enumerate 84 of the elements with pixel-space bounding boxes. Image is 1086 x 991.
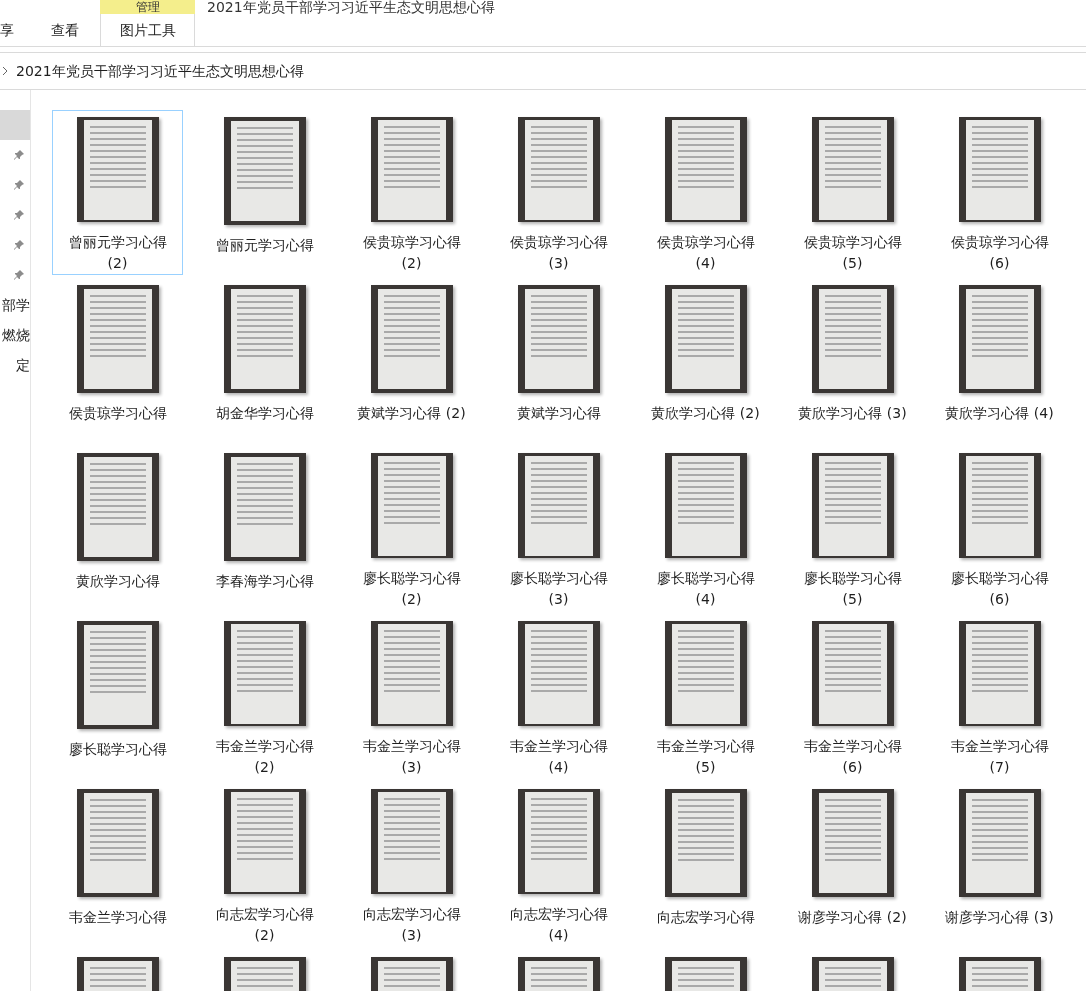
file-item[interactable]: 侯贵琼学习心得 (6) bbox=[934, 110, 1065, 275]
file-item[interactable]: 向志宏学习心得 (3) bbox=[346, 782, 477, 947]
file-name: 廖长聪学习心得 (6) bbox=[949, 569, 1050, 609]
file-item[interactable]: 侯贵琼学习心得 bbox=[52, 278, 183, 443]
file-item[interactable]: 侯贵琼学习心得 (5) bbox=[787, 110, 918, 275]
file-name: 侯贵琼学习心得 (5) bbox=[802, 233, 903, 273]
file-item[interactable]: 侯贵琼学习心得 (3) bbox=[493, 110, 624, 275]
file-item[interactable]: 向志宏学习心得 bbox=[640, 782, 771, 947]
file-item[interactable]: 向志宏学习心得 (4) bbox=[493, 782, 624, 947]
file-item[interactable]: 韦金兰学习心得 (7) bbox=[934, 614, 1065, 779]
file-name: 谢彦学习心得 (3) bbox=[944, 908, 1055, 927]
window-title: 2021年党员干部学习习近平生态文明思想心得 bbox=[207, 0, 495, 17]
ribbon-tab[interactable]: 图片工具 bbox=[100, 14, 195, 46]
file-item[interactable]: 黄斌学习心得 bbox=[493, 278, 624, 443]
file-item[interactable]: 谢彦学习心得 (2) bbox=[787, 782, 918, 947]
file-item[interactable]: 曾丽元学习心得 (2) bbox=[52, 110, 183, 275]
file-name: 曾丽元学习心得 bbox=[214, 236, 315, 255]
file-name: 韦金兰学习心得 (2) bbox=[214, 737, 315, 777]
file-name: 韦金兰学习心得 bbox=[67, 908, 168, 927]
file-item[interactable]: 韦金兰学习心得 (3) bbox=[346, 614, 477, 779]
file-name: 向志宏学习心得 (3) bbox=[361, 905, 462, 945]
file-name: 李春海学习心得 bbox=[214, 572, 315, 591]
nav-item[interactable]: 定 bbox=[0, 350, 30, 380]
file-item[interactable]: 廖长聪学习心得 (2) bbox=[346, 446, 477, 611]
file-name: 廖长聪学习心得 (5) bbox=[802, 569, 903, 609]
file-name: 韦金兰学习心得 (4) bbox=[508, 737, 609, 777]
file-item[interactable]: 韦金兰学习心得 (4) bbox=[493, 614, 624, 779]
file-name: 谢彦学习心得 (2) bbox=[797, 908, 908, 927]
file-name: 韦金兰学习心得 (5) bbox=[655, 737, 756, 777]
file-item[interactable]: 胡金华学习心得 bbox=[199, 278, 330, 443]
file-item[interactable]: 向志宏学习心得 (2) bbox=[199, 782, 330, 947]
nav-item[interactable]: 部学 bbox=[0, 290, 30, 320]
file-item[interactable]: 黄欣学习心得 (4) bbox=[934, 278, 1065, 443]
file-name: 韦金兰学习心得 (7) bbox=[949, 737, 1050, 777]
pin-icon bbox=[13, 149, 25, 161]
file-name: 侯贵琼学习心得 (3) bbox=[508, 233, 609, 273]
file-name: 韦金兰学习心得 (3) bbox=[361, 737, 462, 777]
file-name: 廖长聪学习心得 (4) bbox=[655, 569, 756, 609]
file-name: 廖长聪学习心得 (3) bbox=[508, 569, 609, 609]
breadcrumb-path[interactable]: 2021年党员干部学习习近平生态文明思想心得 bbox=[16, 60, 304, 82]
file-item[interactable]: 侯贵琼学习心得 (4) bbox=[640, 110, 771, 275]
file-item[interactable]: 廖长聪学习心得 (6) bbox=[934, 446, 1065, 611]
file-item[interactable]: 黄欣学习心得 bbox=[52, 446, 183, 611]
file-name: 黄斌学习心得 (2) bbox=[356, 404, 467, 423]
file-item[interactable]: 廖长聪学习心得 (5) bbox=[787, 446, 918, 611]
ribbon-tab[interactable]: 查看 bbox=[30, 14, 100, 46]
file-name: 黄斌学习心得 bbox=[515, 404, 602, 423]
file-name: 向志宏学习心得 bbox=[655, 908, 756, 927]
file-item[interactable]: 韦金兰学习心得 (2) bbox=[199, 614, 330, 779]
file-name: 黄欣学习心得 bbox=[74, 572, 161, 591]
file-name: 曾丽元学习心得 (2) bbox=[67, 233, 168, 273]
file-item[interactable]: 廖长聪学习心得 (3) bbox=[493, 446, 624, 611]
file-item[interactable]: 谢彦学习心得 (3) bbox=[934, 782, 1065, 947]
file-item[interactable]: 黄欣学习心得 (2) bbox=[640, 278, 771, 443]
pin-icon bbox=[13, 179, 25, 191]
file-item[interactable]: 李春海学习心得 bbox=[199, 446, 330, 611]
file-name: 侯贵琼学习心得 (6) bbox=[949, 233, 1050, 273]
file-name: 侯贵琼学习心得 (2) bbox=[361, 233, 462, 273]
file-name: 向志宏学习心得 (2) bbox=[214, 905, 315, 945]
file-item[interactable]: 曾丽元学习心得 bbox=[199, 110, 330, 275]
chevron-right-icon bbox=[2, 66, 8, 76]
file-name: 黄欣学习心得 (4) bbox=[944, 404, 1055, 423]
nav-item[interactable]: 燃烧 bbox=[0, 320, 30, 350]
file-item[interactable]: 廖长聪学习心得 bbox=[52, 614, 183, 779]
ribbon-tab[interactable]: 享 bbox=[0, 14, 30, 46]
file-item[interactable]: 黄欣学习心得 (3) bbox=[787, 278, 918, 443]
file-name: 廖长聪学习心得 (2) bbox=[361, 569, 462, 609]
file-item[interactable]: 廖长聪学习心得 (4) bbox=[640, 446, 771, 611]
file-name: 黄欣学习心得 (3) bbox=[797, 404, 908, 423]
pin-icon bbox=[13, 269, 25, 281]
file-name: 侯贵琼学习心得 bbox=[67, 404, 168, 423]
file-name: 廖长聪学习心得 bbox=[67, 740, 168, 759]
pin-icon bbox=[13, 209, 25, 221]
file-item[interactable]: 韦金兰学习心得 bbox=[52, 782, 183, 947]
file-name: 韦金兰学习心得 (6) bbox=[802, 737, 903, 777]
file-name: 胡金华学习心得 bbox=[214, 404, 315, 423]
file-item[interactable]: 韦金兰学习心得 (5) bbox=[640, 614, 771, 779]
file-item[interactable]: 侯贵琼学习心得 (2) bbox=[346, 110, 477, 275]
file-name: 侯贵琼学习心得 (4) bbox=[655, 233, 756, 273]
pin-icon bbox=[13, 239, 25, 251]
file-name: 黄欣学习心得 (2) bbox=[650, 404, 761, 423]
file-item[interactable]: 韦金兰学习心得 (6) bbox=[787, 614, 918, 779]
file-name: 向志宏学习心得 (4) bbox=[508, 905, 609, 945]
file-item[interactable]: 黄斌学习心得 (2) bbox=[346, 278, 477, 443]
